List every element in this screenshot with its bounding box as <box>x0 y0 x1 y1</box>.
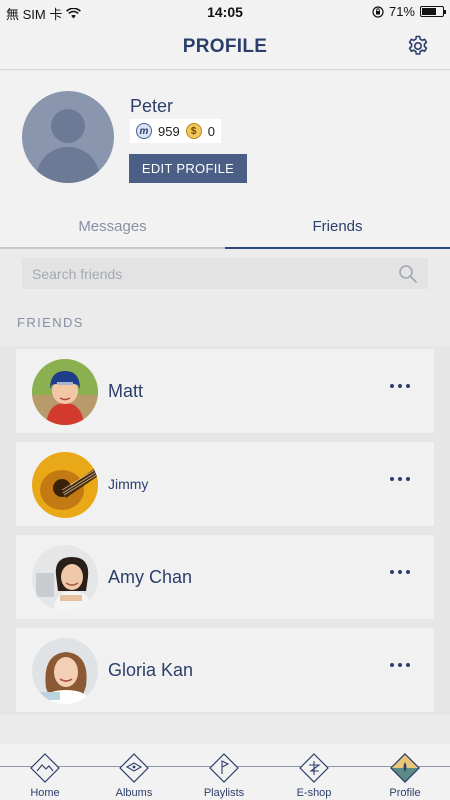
tabbar-label: Albums <box>115 787 153 799</box>
tabbar-item-home[interactable]: Home <box>0 748 90 800</box>
more-icon[interactable] <box>390 658 412 672</box>
friend-row[interactable]: Amy Chan <box>16 535 434 619</box>
page-title: PROFILE <box>182 36 268 57</box>
tabbar-item-profile[interactable]: Profile <box>360 748 450 800</box>
friend-row[interactable]: Matt <box>16 349 434 433</box>
coins-value: 0 <box>207 123 215 139</box>
tabbar-label: Playlists <box>203 787 245 799</box>
friends-section-label: FRIENDS <box>17 315 84 330</box>
profile-card: Peter m 959 $ 0 EDIT PROFILE <box>0 71 450 209</box>
gear-icon[interactable] <box>406 34 430 58</box>
tab-friends[interactable]: Friends <box>225 209 450 249</box>
tabbar-item-albums[interactable]: Albums <box>89 748 179 800</box>
avatar <box>22 91 114 183</box>
friend-avatar <box>32 545 98 611</box>
albums-icon <box>119 753 149 783</box>
edit-profile-button[interactable]: EDIT PROFILE <box>129 154 247 183</box>
coin-icon: $ <box>185 123 202 139</box>
battery-icon <box>420 6 446 17</box>
friends-list: Matt Jimmy Amy Chan Gloria Kan <box>0 346 450 715</box>
tabbar-label: Home <box>30 787 60 799</box>
friend-row[interactable]: Gloria Kan <box>16 628 434 712</box>
avatar-head <box>51 109 85 143</box>
bottom-tab-bar: Home Albums Playlists E-shop Profile <box>0 744 450 800</box>
friend-avatar <box>32 638 98 704</box>
status-bar: 無 SIM 卡 14:05 71% <box>0 0 450 24</box>
battery-level <box>422 8 437 15</box>
eshop-icon <box>299 753 329 783</box>
orientation-lock-icon <box>372 5 384 18</box>
friend-name: Amy Chan <box>108 567 193 587</box>
friend-name: Gloria Kan <box>108 660 194 680</box>
search-input[interactable] <box>22 258 392 289</box>
points-value: 959 <box>158 123 180 139</box>
tabbar-label: E-shop <box>296 787 332 799</box>
tabbar-item-playlists[interactable]: Playlists <box>179 748 269 800</box>
friend-row[interactable]: Jimmy <box>16 442 434 526</box>
app-header: PROFILE <box>0 24 450 70</box>
profile-name: Peter <box>130 96 174 116</box>
profile-tabs: Messages Friends <box>0 209 450 249</box>
status-right: 71% <box>372 4 446 19</box>
profile-icon <box>390 753 420 783</box>
avatar-body <box>36 147 100 183</box>
search-bar <box>22 258 428 289</box>
tabbar-item-eshop[interactable]: E-shop <box>269 748 359 800</box>
battery-percent: 71% <box>388 4 415 19</box>
friend-name: Jimmy <box>108 476 149 492</box>
more-icon[interactable] <box>390 379 412 393</box>
tabbar-label: Profile <box>389 787 421 799</box>
friend-name: Matt <box>108 381 144 401</box>
friend-avatar <box>32 452 98 518</box>
more-icon[interactable] <box>390 472 412 486</box>
tab-messages[interactable]: Messages <box>0 209 225 249</box>
friend-avatar <box>32 359 98 425</box>
home-icon <box>30 753 60 783</box>
more-icon[interactable] <box>390 565 412 579</box>
search-icon[interactable] <box>398 264 418 284</box>
points-icon: m <box>136 123 152 139</box>
profile-stats: m 959 $ 0 <box>130 119 221 143</box>
playlists-icon <box>209 753 239 783</box>
